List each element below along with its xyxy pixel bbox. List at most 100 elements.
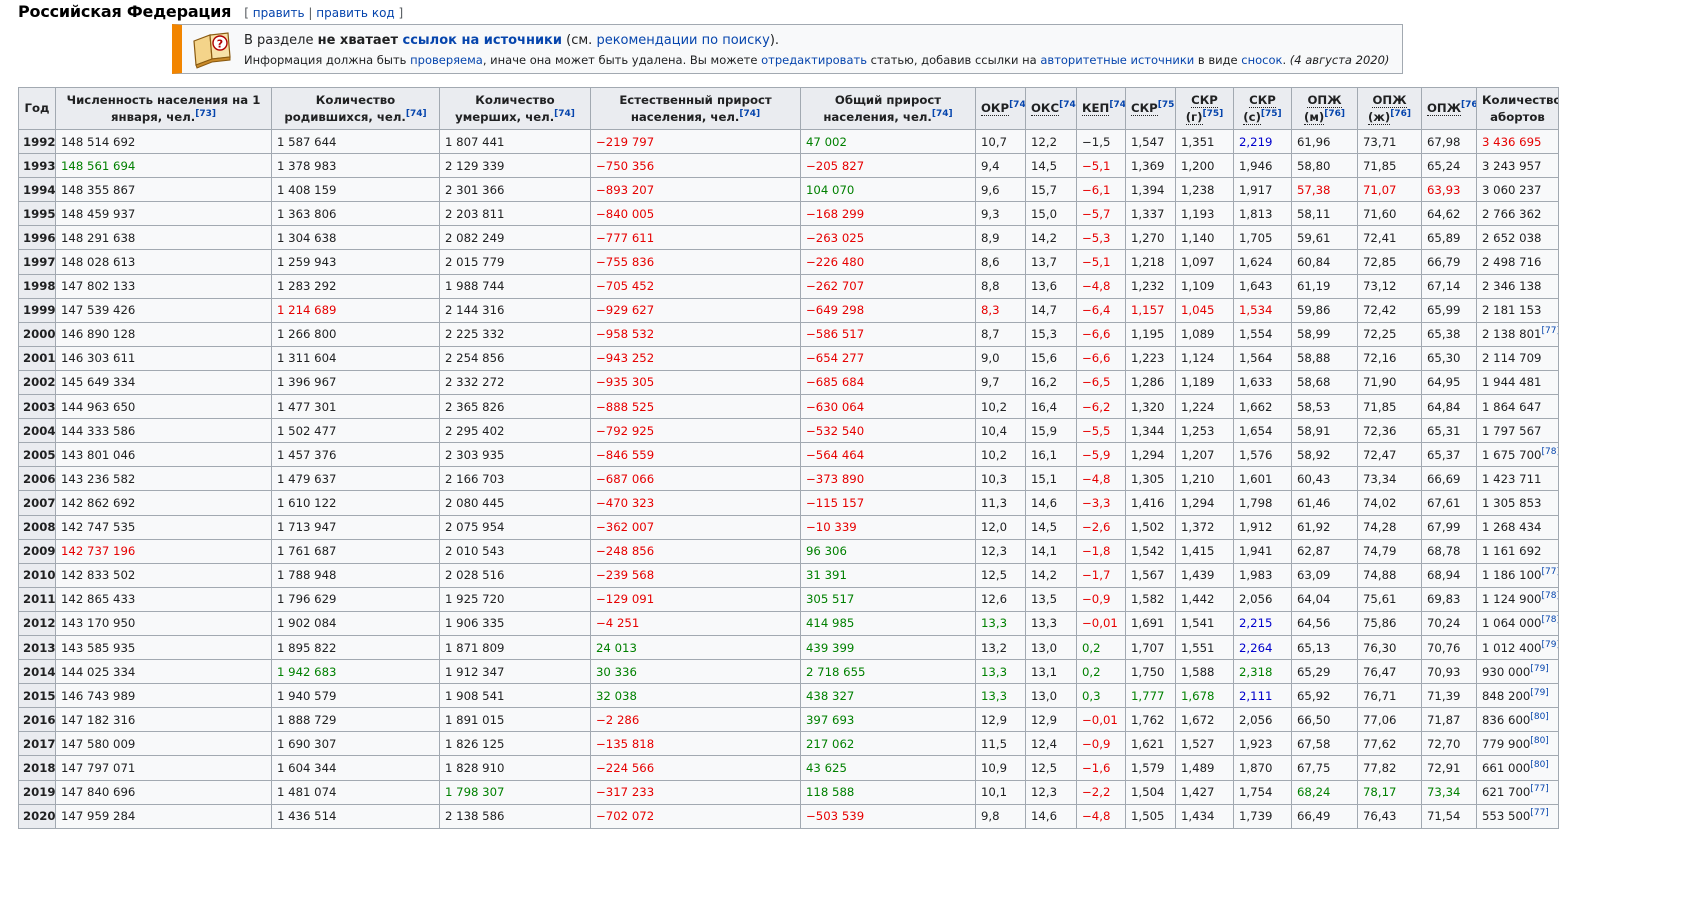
table-cell: 2,264 [1233, 634, 1292, 661]
cell-value: 1,344 [1131, 423, 1165, 438]
table-cell: 142 862 692 [55, 490, 272, 516]
cell-value: 1,207 [1181, 447, 1215, 462]
table-cell: 16,1 [1025, 442, 1077, 468]
table-cell: 74,79 [1357, 538, 1422, 564]
reliable-sources-link[interactable]: авторитетные источники [1040, 53, 1194, 67]
table-cell: 1,224 [1175, 394, 1234, 420]
table-cell: 1 912 347 [439, 659, 591, 685]
table-cell: 148 355 867 [55, 177, 272, 203]
year-cell: 2009 [18, 538, 56, 564]
footnotes-link[interactable]: сносок [1241, 53, 1282, 67]
cell-value: 72,85 [1363, 255, 1397, 270]
reference-link[interactable]: [74] [406, 109, 427, 119]
cell-value: 13,3 [981, 664, 1008, 679]
cell-value: 1,554 [1239, 327, 1273, 342]
table-cell: 930 000[79] [1476, 659, 1559, 685]
cell-value: 2 346 138 [1482, 279, 1542, 294]
table-row: 2014 144 025 334 1 942 683 1 912 347 30 336 2… [18, 659, 1559, 685]
reference-link[interactable]: [79] [1530, 688, 1548, 698]
cell-value: −705 452 [596, 279, 655, 294]
cell-value: 2 718 655 [806, 664, 866, 679]
reference-link[interactable]: [77] [1530, 784, 1548, 794]
table-cell: 73,34 [1421, 779, 1477, 805]
cell-value: −5,7 [1082, 206, 1111, 221]
demographics-table: Год Численность населения на 1 января, че… [18, 87, 1559, 829]
column-header-label[interactable]: СКР [1131, 101, 1158, 116]
reference-link[interactable]: [77] [1541, 567, 1557, 577]
table-cell: 2 114 709 [1476, 345, 1559, 371]
cell-value: −6,6 [1082, 351, 1111, 366]
cell-value: 1,195 [1131, 327, 1165, 342]
reference-link[interactable]: [74] [1059, 100, 1075, 110]
reference-link[interactable]: [77] [1530, 808, 1548, 818]
table-cell: 64,62 [1421, 201, 1477, 227]
table-cell: 96 306 [800, 538, 976, 564]
reference-link[interactable]: [75] [1261, 109, 1282, 119]
column-header-label[interactable]: ОПЖ [1427, 101, 1462, 116]
verifiability-link[interactable]: проверяема [410, 53, 483, 67]
table-cell: 32 038 [590, 683, 801, 709]
cell-value: 2,056 [1239, 712, 1273, 727]
table-cell: 65,31 [1421, 418, 1477, 444]
reference-link[interactable]: [80] [1530, 760, 1548, 770]
column-header-label[interactable]: ОКР [981, 101, 1010, 116]
table-cell: 65,99 [1421, 297, 1477, 323]
reference-link[interactable]: [80] [1530, 736, 1548, 746]
table-cell: 1 906 335 [439, 610, 591, 636]
reference-link[interactable]: [79] [1541, 640, 1557, 650]
cell-value: 60,84 [1297, 255, 1331, 270]
reference-link[interactable]: [78] [1541, 591, 1557, 601]
reference-link[interactable]: [74] [1109, 100, 1124, 110]
edit-link[interactable]: править [253, 6, 305, 20]
reference-link[interactable]: [73] [195, 109, 216, 119]
reference-link[interactable]: [74] [739, 109, 760, 119]
reference-link[interactable]: [74] [1009, 100, 1024, 110]
reference-link[interactable]: [77] [1541, 326, 1557, 336]
cell-value: 15,3 [1031, 327, 1058, 342]
table-cell: 64,95 [1421, 369, 1477, 396]
cell-value: 69,83 [1427, 592, 1461, 607]
reference-link[interactable]: [78] [1541, 447, 1557, 457]
cell-value: 1,654 [1239, 423, 1273, 438]
cell-value: −1,7 [1082, 568, 1111, 583]
cell-value: −755 836 [596, 255, 655, 270]
column-header: Количество умерших, чел.[74] [439, 87, 591, 130]
column-header-label[interactable]: ОКС [1031, 101, 1060, 116]
cell-value: −586 517 [806, 327, 865, 342]
table-cell: 1,946 [1233, 153, 1292, 179]
year-cell: 1998 [18, 273, 56, 299]
reference-link[interactable]: [76] [1461, 100, 1475, 110]
cell-value: 10,4 [981, 423, 1008, 438]
cell-value: 146 303 611 [61, 351, 136, 366]
reference-link[interactable]: [75] [1203, 109, 1224, 119]
reference-link[interactable]: [79] [1530, 664, 1548, 674]
table-cell: 1 479 637 [271, 466, 440, 492]
cell-value: 2000 [23, 327, 56, 342]
sources-link[interactable]: ссылок на источники [403, 33, 562, 48]
search-guidelines-link[interactable]: рекомендации по поиску [596, 33, 769, 48]
reference-link[interactable]: [78] [1541, 616, 1557, 626]
edit-code-link[interactable]: править код [316, 6, 394, 20]
table-cell: 148 291 638 [55, 225, 272, 251]
reference-link[interactable]: [76] [1390, 109, 1411, 119]
table-cell: 65,29 [1291, 659, 1358, 685]
year-cell: 2016 [18, 707, 56, 733]
cell-value: −6,2 [1082, 399, 1111, 414]
table-row: 2011 142 865 433 1 796 629 1 925 720 −129 09… [18, 586, 1559, 612]
edit-article-link[interactable]: отредактировать [761, 53, 867, 67]
reference-link[interactable]: [75] [1158, 100, 1175, 110]
cell-value: 2 365 826 [445, 399, 505, 414]
reference-link[interactable]: [74] [932, 109, 953, 119]
year-cell: 2003 [18, 394, 56, 420]
table-cell: −362 007 [590, 514, 801, 540]
year-cell: 1996 [18, 225, 56, 251]
table-cell: −239 568 [590, 562, 801, 588]
reference-link[interactable]: [80] [1530, 712, 1548, 722]
cell-value: 10,7 [981, 134, 1008, 149]
table-cell: −5,5 [1076, 418, 1126, 444]
reference-link[interactable]: [74] [554, 109, 575, 119]
table-cell: 661 000[80] [1476, 755, 1559, 781]
column-header-label[interactable]: КЕП [1082, 101, 1110, 116]
reference-link[interactable]: [76] [1324, 109, 1345, 119]
column-header: Количество родившихся, чел.[74] [271, 87, 440, 130]
